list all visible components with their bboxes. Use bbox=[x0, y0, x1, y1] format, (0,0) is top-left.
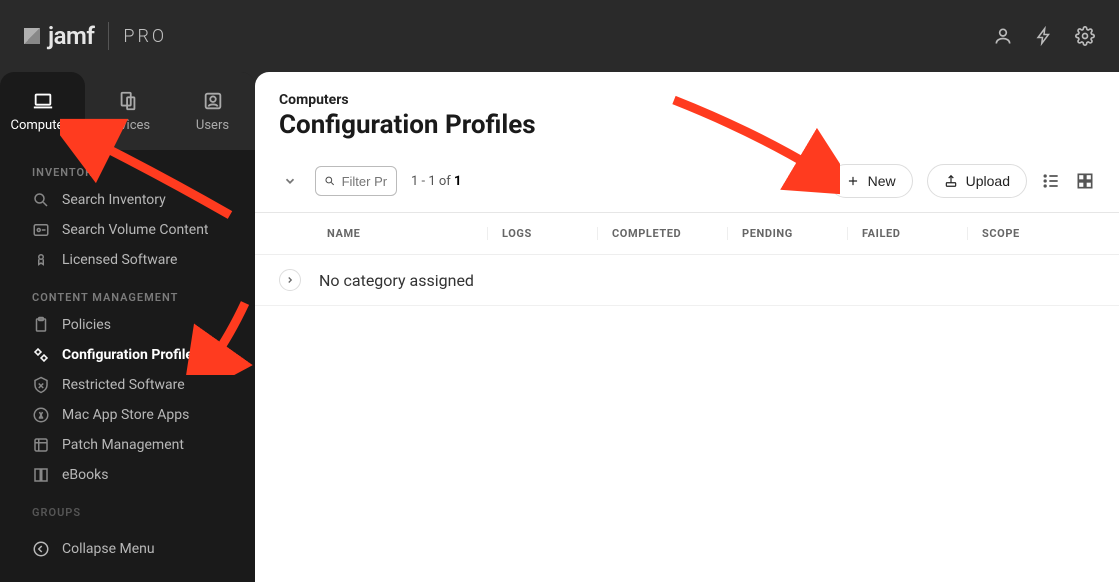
sidebar-item-label: Configuration Profiles bbox=[62, 347, 200, 363]
sidebar-item-label: Restricted Software bbox=[62, 377, 185, 393]
count-total: 1 bbox=[454, 174, 461, 189]
shield-x-icon bbox=[32, 376, 50, 394]
sidebar-item-patch-management[interactable]: Patch Management bbox=[0, 430, 255, 460]
laptop-icon bbox=[30, 90, 56, 112]
brand-sub: PRO bbox=[123, 26, 167, 47]
tab-devices[interactable]: Devices bbox=[85, 72, 170, 150]
users-icon bbox=[200, 90, 226, 112]
sidebar-item-policies[interactable]: Policies bbox=[0, 310, 255, 340]
grid-icon bbox=[1075, 171, 1095, 191]
new-button[interactable]: New bbox=[829, 164, 913, 198]
topbar: jamf PRO bbox=[0, 0, 1119, 72]
sidebar-item-label: Mac App Store Apps bbox=[62, 407, 189, 423]
filter-input[interactable] bbox=[342, 174, 388, 189]
brand-name: jamf bbox=[48, 22, 94, 50]
sidebar-tabs: Computers Devices Users bbox=[0, 72, 255, 150]
upload-button-label: Upload bbox=[966, 173, 1010, 189]
section-inventory-label: INVENTORY bbox=[0, 150, 255, 185]
expand-category-button[interactable] bbox=[279, 269, 301, 291]
sidebar-item-search-inventory[interactable]: Search Inventory bbox=[0, 185, 255, 215]
sidebar: Computers Devices Users INVENTORY Search… bbox=[0, 72, 255, 582]
tab-devices-label: Devices bbox=[105, 118, 150, 133]
tab-users-label: Users bbox=[196, 118, 229, 133]
book-icon bbox=[32, 466, 50, 484]
shell: Computers Devices Users INVENTORY Search… bbox=[0, 72, 1119, 582]
sidebar-item-label: Policies bbox=[62, 317, 111, 333]
sidebar-item-restricted-software[interactable]: Restricted Software bbox=[0, 370, 255, 400]
breadcrumb: Computers bbox=[279, 92, 1095, 108]
main-header: Computers Configuration Profiles bbox=[255, 72, 1119, 156]
count-prefix: 1 - 1 of bbox=[411, 174, 454, 189]
toolbar: 1 - 1 of 1 New Upload bbox=[255, 156, 1119, 213]
col-pending[interactable]: PENDING bbox=[727, 227, 847, 240]
user-icon[interactable] bbox=[993, 26, 1013, 46]
main: Computers Configuration Profiles 1 - 1 o… bbox=[255, 72, 1119, 582]
result-count: 1 - 1 of 1 bbox=[411, 174, 462, 189]
jamf-logo-icon bbox=[24, 28, 40, 44]
sidebar-item-mac-app-store[interactable]: Mac App Store Apps bbox=[0, 400, 255, 430]
col-failed[interactable]: FAILED bbox=[847, 227, 967, 240]
section-content-label: CONTENT MANAGEMENT bbox=[0, 275, 255, 310]
table-header: NAME LOGS COMPLETED PENDING FAILED SCOPE bbox=[255, 213, 1119, 255]
col-name[interactable]: NAME bbox=[327, 227, 487, 240]
gear-icon[interactable] bbox=[1075, 26, 1095, 46]
upload-icon bbox=[944, 174, 958, 188]
page-title: Configuration Profiles bbox=[279, 110, 1095, 140]
sidebar-item-label: Licensed Software bbox=[62, 252, 177, 268]
devices-icon bbox=[115, 90, 141, 112]
col-completed[interactable]: COMPLETED bbox=[597, 227, 727, 240]
upload-button[interactable]: Upload bbox=[927, 164, 1027, 198]
category-row: No category assigned bbox=[255, 255, 1119, 306]
license-icon bbox=[32, 251, 50, 269]
sidebar-item-configuration-profiles[interactable]: Configuration Profiles bbox=[0, 340, 255, 370]
collapse-icon bbox=[32, 540, 50, 558]
tab-computers-label: Computers bbox=[10, 118, 74, 133]
filter-input-wrap[interactable] bbox=[315, 166, 397, 196]
category-label: No category assigned bbox=[319, 271, 474, 290]
sidebar-item-label: eBooks bbox=[62, 467, 108, 483]
search-icon bbox=[324, 173, 336, 189]
tab-users[interactable]: Users bbox=[170, 72, 255, 150]
grid-view-button[interactable] bbox=[1075, 171, 1095, 191]
plus-icon bbox=[846, 174, 860, 188]
col-logs[interactable]: LOGS bbox=[487, 227, 597, 240]
appstore-icon bbox=[32, 406, 50, 424]
sidebar-item-search-volume[interactable]: Search Volume Content bbox=[0, 215, 255, 245]
view-toggle bbox=[1041, 171, 1095, 191]
sidebar-item-licensed-software[interactable]: Licensed Software bbox=[0, 245, 255, 275]
volume-icon bbox=[32, 221, 50, 239]
gears-icon bbox=[32, 346, 50, 364]
list-icon bbox=[1041, 171, 1061, 191]
chevron-right-icon bbox=[285, 275, 295, 285]
collapse-menu-button[interactable]: Collapse Menu bbox=[0, 526, 255, 582]
brand: jamf PRO bbox=[24, 22, 167, 50]
sidebar-item-label: Patch Management bbox=[62, 437, 184, 453]
section-groups-label: GROUPS bbox=[0, 490, 255, 519]
col-scope[interactable]: SCOPE bbox=[967, 227, 1095, 240]
topbar-actions bbox=[993, 26, 1095, 46]
sidebar-item-label: Search Volume Content bbox=[62, 222, 209, 238]
tab-computers[interactable]: Computers bbox=[0, 72, 85, 150]
brand-divider bbox=[108, 22, 109, 50]
new-button-label: New bbox=[868, 173, 896, 189]
collapse-label: Collapse Menu bbox=[62, 541, 155, 557]
sidebar-item-label: Search Inventory bbox=[62, 192, 166, 208]
collapse-toggle-button[interactable] bbox=[279, 170, 301, 192]
bolt-icon[interactable] bbox=[1035, 26, 1053, 46]
list-view-button[interactable] bbox=[1041, 171, 1061, 191]
patch-icon bbox=[32, 436, 50, 454]
search-icon bbox=[32, 191, 50, 209]
sidebar-item-ebooks[interactable]: eBooks bbox=[0, 460, 255, 490]
clipboard-icon bbox=[32, 316, 50, 334]
chevron-down-icon bbox=[283, 174, 297, 188]
